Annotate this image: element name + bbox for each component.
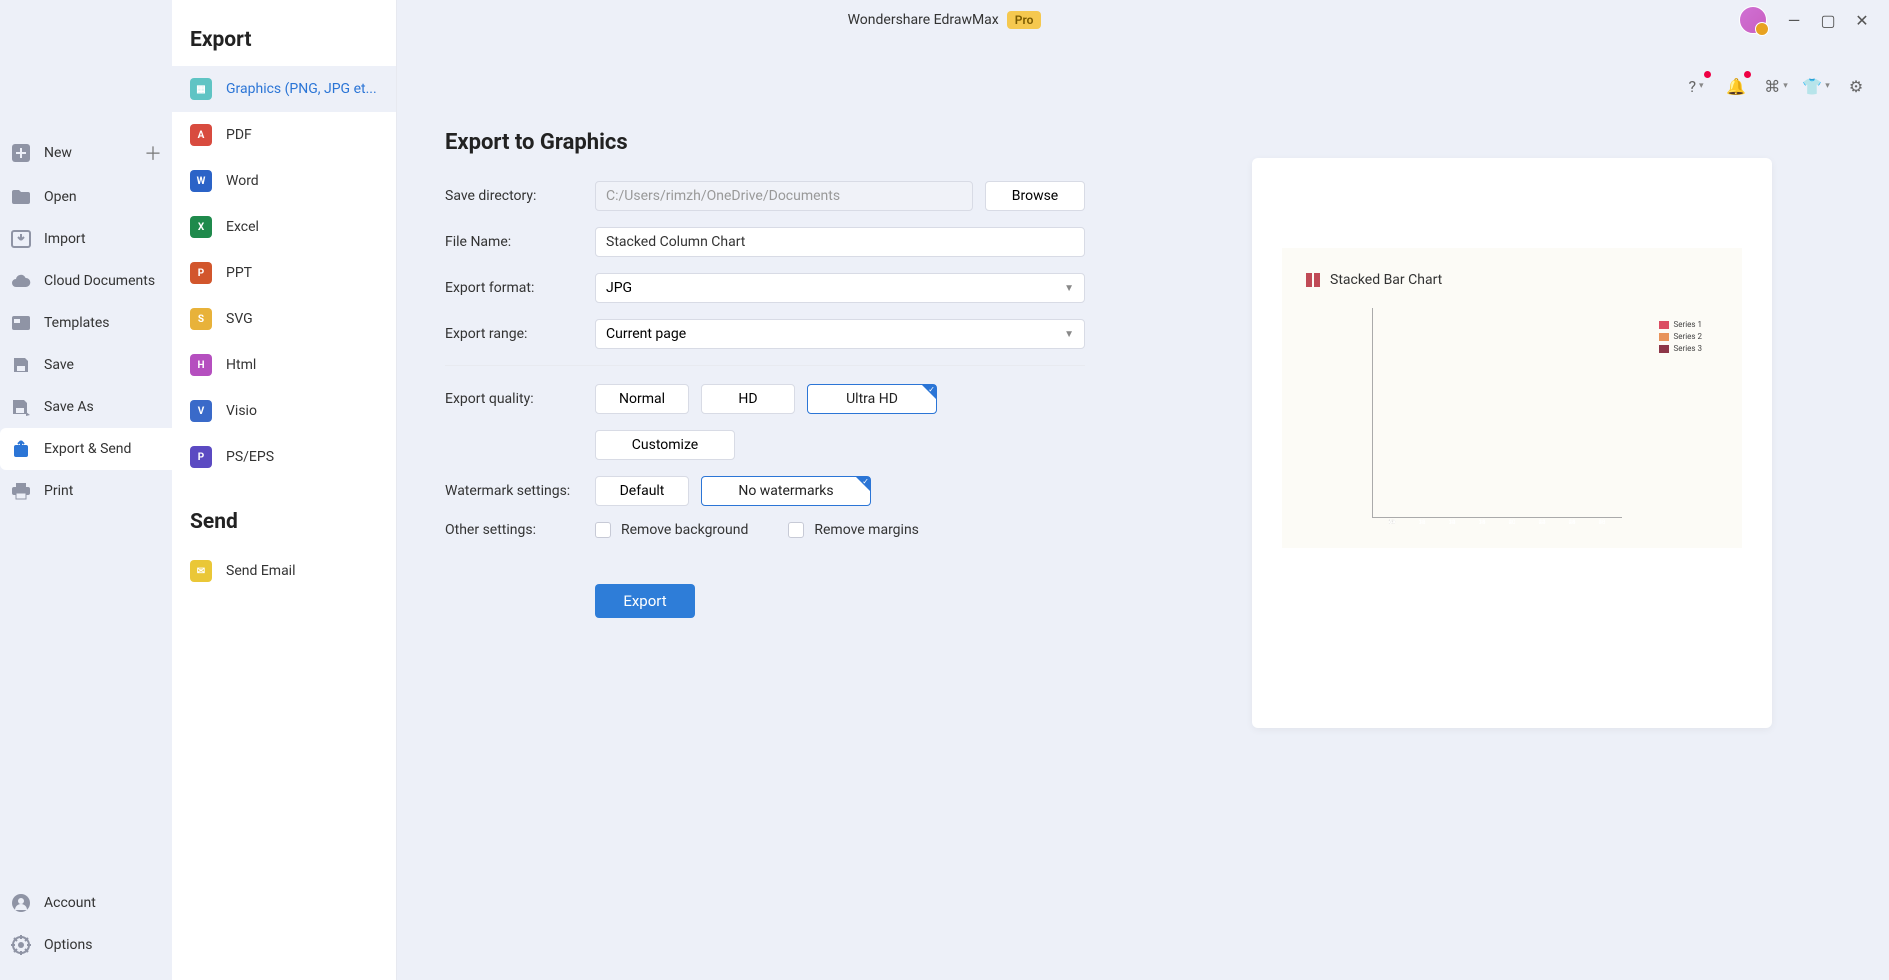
ps-icon: P xyxy=(190,446,212,468)
gear-icon xyxy=(10,934,32,956)
main-content: Export to Graphics Save directory: Brows… xyxy=(397,0,1889,980)
nav-account[interactable]: Account xyxy=(0,882,172,924)
nav-cloud-documents[interactable]: Cloud Documents xyxy=(0,260,172,302)
plus-square-icon xyxy=(10,142,32,164)
label-other-settings: Other settings: xyxy=(445,522,595,538)
excel-icon: X xyxy=(190,216,212,238)
save-directory-input[interactable] xyxy=(595,181,973,211)
export-heading: Export xyxy=(172,28,396,66)
word-icon: W xyxy=(190,170,212,192)
cloud-icon xyxy=(10,270,32,292)
label-save-directory: Save directory: xyxy=(445,188,595,204)
nav-print[interactable]: Print xyxy=(0,470,172,512)
nav-options[interactable]: Options xyxy=(0,924,172,966)
format-word[interactable]: W Word xyxy=(172,158,396,204)
remove-background-checkbox[interactable]: Remove background xyxy=(595,522,748,538)
remove-margins-checkbox[interactable]: Remove margins xyxy=(788,522,919,538)
quality-customize[interactable]: Customize xyxy=(595,430,735,460)
page-title: Export to Graphics xyxy=(445,130,1085,155)
format-pseps[interactable]: P PS/EPS xyxy=(172,434,396,480)
nav-save-as[interactable]: Save As xyxy=(0,386,172,428)
watermark-none[interactable]: No watermarks xyxy=(701,476,871,506)
checkbox-icon xyxy=(595,522,611,538)
ppt-icon: P xyxy=(190,262,212,284)
user-icon xyxy=(10,892,32,914)
label-export-quality: Export quality: xyxy=(445,391,595,407)
format-excel[interactable]: X Excel xyxy=(172,204,396,250)
nav-export-send[interactable]: Export & Send xyxy=(0,428,172,470)
primary-sidebar: New ＋ Open Import Cloud Documents Templa… xyxy=(0,0,172,980)
bar-chart-icon xyxy=(1306,273,1320,287)
check-icon xyxy=(856,477,870,491)
format-pdf[interactable]: A PDF xyxy=(172,112,396,158)
browse-button[interactable]: Browse xyxy=(985,181,1085,211)
format-svg[interactable]: S SVG xyxy=(172,296,396,342)
mail-icon: ✉ xyxy=(190,560,212,582)
watermark-default[interactable]: Default xyxy=(595,476,689,506)
export-button[interactable]: Export xyxy=(595,584,695,618)
export-format-select[interactable]: JPG ▼ xyxy=(595,273,1085,303)
label-file-name: File Name: xyxy=(445,234,595,250)
export-format-panel: Export ▦ Graphics (PNG, JPG et... A PDF … xyxy=(172,0,397,980)
quality-normal[interactable]: Normal xyxy=(595,384,689,414)
chevron-down-icon: ▼ xyxy=(1064,283,1074,294)
nav-open[interactable]: Open xyxy=(0,176,172,218)
nav-import[interactable]: Import xyxy=(0,218,172,260)
image-icon: ▦ xyxy=(190,78,212,100)
export-icon xyxy=(10,438,32,460)
label-watermark: Watermark settings: xyxy=(445,483,595,499)
nav-new[interactable]: New ＋ xyxy=(0,130,172,176)
checkbox-icon xyxy=(788,522,804,538)
templates-icon xyxy=(10,312,32,334)
save-as-icon xyxy=(10,396,32,418)
quality-hd[interactable]: HD xyxy=(701,384,795,414)
print-icon xyxy=(10,480,32,502)
folder-icon xyxy=(10,186,32,208)
chart-legend: Series 1Series 2Series 3 xyxy=(1659,320,1703,356)
preview-canvas: Stacked Bar Chart 2040241632161430121836… xyxy=(1282,248,1742,548)
format-html[interactable]: H Html xyxy=(172,342,396,388)
pdf-icon: A xyxy=(190,124,212,146)
svg-icon: S xyxy=(190,308,212,330)
import-icon xyxy=(10,228,32,250)
send-email[interactable]: ✉ Send Email xyxy=(172,548,396,594)
divider xyxy=(445,365,1085,366)
chevron-down-icon: ▼ xyxy=(1064,329,1074,340)
nav-templates[interactable]: Templates xyxy=(0,302,172,344)
format-ppt[interactable]: P PPT xyxy=(172,250,396,296)
html-icon: H xyxy=(190,354,212,376)
save-icon xyxy=(10,354,32,376)
preview-card: Stacked Bar Chart 2040241632161430121836… xyxy=(1252,158,1772,728)
visio-icon: V xyxy=(190,400,212,422)
preview-panel: Stacked Bar Chart 2040241632161430121836… xyxy=(1175,130,1849,980)
quality-ultra-hd[interactable]: Ultra HD xyxy=(807,384,937,414)
check-icon xyxy=(922,385,936,399)
format-graphics[interactable]: ▦ Graphics (PNG, JPG et... xyxy=(172,66,396,112)
chart-plot: 2040241632161430121836142040202442242644… xyxy=(1372,308,1622,518)
file-name-input[interactable] xyxy=(595,227,1085,257)
send-heading: Send xyxy=(172,480,396,548)
plus-icon: ＋ xyxy=(144,140,162,166)
label-export-format: Export format: xyxy=(445,280,595,296)
format-visio[interactable]: V Visio xyxy=(172,388,396,434)
chart-title: Stacked Bar Chart xyxy=(1330,272,1442,288)
label-export-range: Export range: xyxy=(445,326,595,342)
export-range-select[interactable]: Current page ▼ xyxy=(595,319,1085,349)
nav-save[interactable]: Save xyxy=(0,344,172,386)
